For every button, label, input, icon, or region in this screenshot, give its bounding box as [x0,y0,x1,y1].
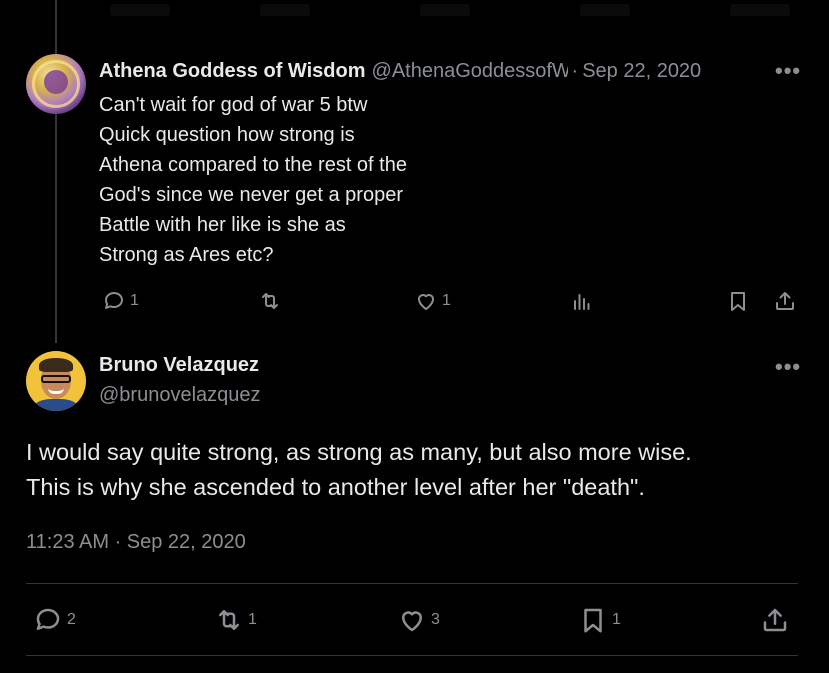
author-name[interactable]: Athena Goddess of Wisdom [99,60,366,83]
speech-bubble-icon [105,292,123,309]
tweet-text-line: I would say quite strong, as strong as m… [26,439,692,465]
avatar-art [44,70,68,94]
like-button[interactable]: 1 [414,289,451,313]
share-button[interactable] [760,605,790,635]
retweet-count: 1 [248,611,257,628]
share-upload-icon [763,608,787,632]
tweet-header: Athena Goddess of Wisdom @AthenaGoddesso… [99,58,804,84]
bookmark-button[interactable]: 1 [578,605,621,635]
avatar[interactable] [26,54,86,114]
ghost-element [580,4,630,16]
reply-button[interactable]: 2 [33,605,76,635]
tweet-text: I would say quite strong, as strong as m… [26,435,806,505]
tweet-text-line: Can't wait for god of war 5 btw [99,94,368,116]
ghost-element [260,4,310,16]
bookmark-icon [731,292,745,311]
avatar-art [34,399,78,411]
tweet-text-line: Battle with her like is she as [99,214,346,236]
more-dots-icon[interactable]: ••• [775,356,801,378]
retweet-button[interactable]: 1 [214,605,257,635]
tweet-date[interactable]: Sep 22, 2020 [582,60,701,83]
share-button[interactable] [773,289,797,313]
bookmark-button[interactable] [726,289,750,313]
separator-dot: · [571,59,579,82]
tweet-actions: 2 1 3 1 [0,603,829,637]
reply-count: 2 [67,611,76,628]
reply-button[interactable]: 1 [102,289,139,313]
bookmark-count: 1 [612,611,621,628]
bookmark-icon [584,608,602,633]
avatar-art [39,358,73,372]
avatar-art [41,375,71,383]
like-count: 1 [442,292,451,309]
tweet-text-line: Athena compared to the rest of the [99,154,407,176]
reply-count: 1 [130,292,139,309]
tweet-actions: 1 1 [0,286,829,316]
heart-icon [402,611,422,632]
speech-bubble-icon [36,608,60,630]
bar-chart-icon [574,294,590,310]
ghost-element [110,4,170,16]
tweet-text-line: Quick question how strong is [99,124,355,146]
author-handle[interactable]: @AthenaGoddessofWisdom [372,60,568,83]
tweet-text-line: Strong as Ares etc? [99,244,274,266]
retweet-arrows-icon [262,293,278,309]
divider [26,583,798,584]
divider [26,655,798,656]
heart-icon [418,294,434,310]
tweet-timestamp[interactable]: 11:23 AM · Sep 22, 2020 [26,531,246,554]
tweet-text-line: God's since we never get a proper [99,184,403,206]
ghost-element [730,4,790,16]
tweet-text-line: This is why she ascended to another leve… [26,474,645,500]
retweet-arrows-icon [219,610,239,630]
like-button[interactable]: 3 [397,605,440,635]
scrolled-off-area [0,0,829,22]
author-handle[interactable]: @brunovelazquez [99,384,261,407]
retweet-button[interactable] [258,289,286,313]
tweet-text: Can't wait for god of war 5 btw Quick qu… [99,90,519,270]
more-dots-icon[interactable]: ••• [775,60,801,82]
share-upload-icon [776,292,794,310]
avatar[interactable] [26,351,86,411]
views-button[interactable] [570,289,598,313]
like-count: 3 [431,611,440,628]
ghost-element [420,4,470,16]
author-name[interactable]: Bruno Velazquez [99,354,259,377]
